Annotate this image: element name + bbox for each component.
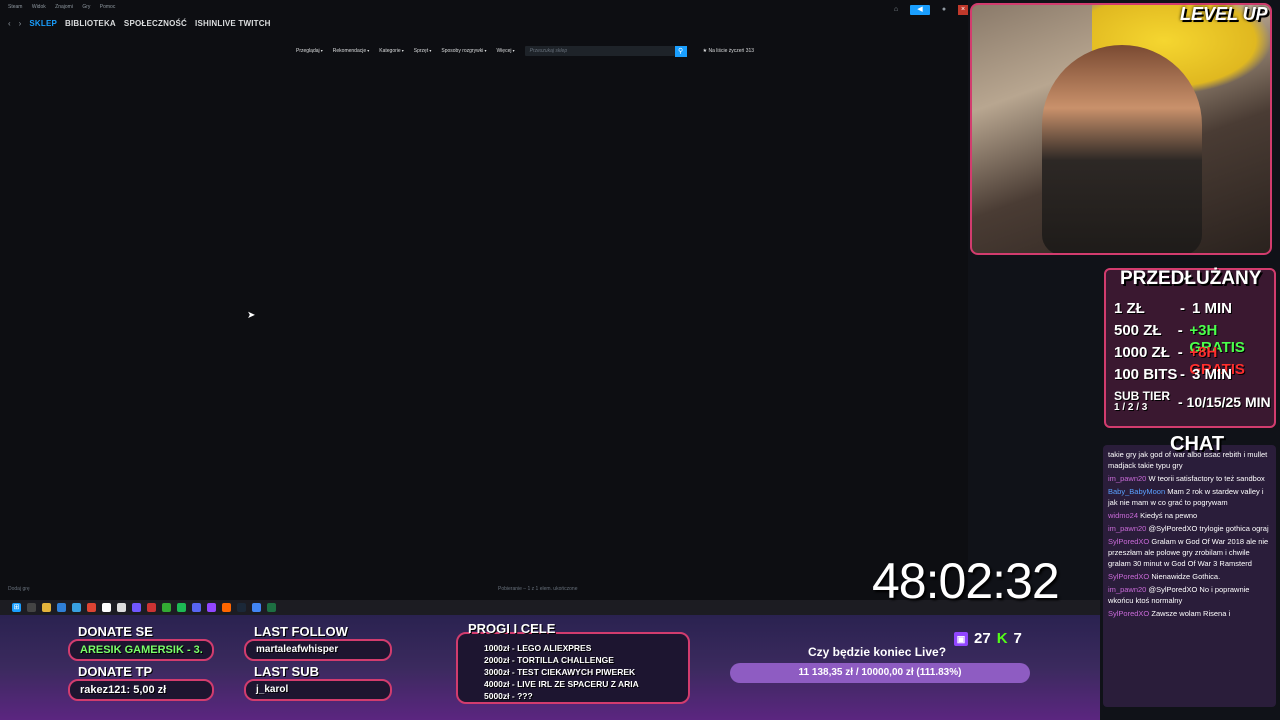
twitch-icon[interactable] [207,603,216,612]
goal-item: 4000zł - LIVE IRL ZE SPACERU Z ARIA [484,679,639,689]
donate-tp-title: DONATE TP [78,664,153,679]
mouse-cursor-icon: ➤ [247,310,256,321]
chat-box: takie gry jak god of war albo issac rebi… [1103,445,1276,707]
twitch-viewers: 27 [974,630,991,647]
back-arrow-icon[interactable]: ‹ [8,19,11,28]
discord-icon[interactable] [192,603,201,612]
chat-message: SylPoredXO Nienawidze Gothica. [1108,572,1221,581]
goal-bar-title: Czy będzie koniec Live? [808,645,947,659]
menu-pomoc[interactable]: Pomoc [100,4,116,10]
app-icon[interactable] [57,603,66,612]
subathon-timer: 48:02:32 [872,553,1060,609]
start-icon[interactable]: ⊞ [12,603,21,612]
taskview-icon[interactable] [27,603,36,612]
menu-widok[interactable]: Widok [32,4,46,10]
last-sub-value: j_karol [244,679,392,701]
app-icon[interactable] [147,603,156,612]
tab-spolecznosc[interactable]: SPOŁECZNOŚĆ [124,19,187,28]
search-input[interactable]: Przeszukaj sklep [524,46,675,56]
viewer-counts: ▣ 27 K 7 [954,630,1022,647]
donate-se-title: DONATE SE [78,624,153,639]
firefox-icon[interactable] [222,603,231,612]
level-up-logo: LEVEL UP [1180,4,1268,24]
price-row: 1 ZŁ -1 MIN [1114,300,1233,317]
chat-message: im_pawn20 @SylPoredXO trylogie gothica o… [1108,524,1269,533]
price-row: 1000 ZŁ - +8H GRATIS [1114,344,1245,378]
streamer [1042,45,1202,253]
folder-icon[interactable] [42,603,51,612]
subathon-title: PRZEDŁUŻANY [1120,268,1262,289]
tab-sklep[interactable]: SKLEP [29,19,57,28]
chat-message: SylPoredXO Gralam w God Of War 2018 ale … [1108,537,1269,568]
chat-message: im_pawn20 W teorii satisfactory to też s… [1108,474,1265,483]
goal-item: 5000zł - ??? [484,691,533,701]
steam-nav: ‹ › SKLEP BIBLIOTEKA SPOŁECZNOŚĆ ISHINLI… [8,14,271,32]
menu-gry[interactable]: Gry [82,4,90,10]
chat-message: widmo24 Kiedyś na pewno [1108,511,1198,520]
app-icon[interactable] [87,603,96,612]
forward-arrow-icon[interactable]: › [19,19,22,28]
nav-sprzet[interactable]: Sprzęt [414,48,432,54]
kick-icon: K [996,630,1008,647]
price-row: 100 BITS -3 MIN [1114,366,1233,383]
friends-icon[interactable]: ⌂ [886,5,906,15]
store-icon[interactable] [72,603,81,612]
search-icon[interactable]: ⚲ [674,45,687,57]
obs-icon[interactable] [102,603,111,612]
nav-kategorie[interactable]: Kategorie [379,48,404,54]
webcam-feed [970,3,1272,255]
file-icon[interactable] [117,603,126,612]
last-follow-title: LAST FOLLOW [254,624,348,639]
donate-se-value: ARESIK GAMERSIK - 3. [68,639,214,661]
goal-progress-bar: 11 138,35 zł / 10000,00 zł (111.83%) [730,663,1030,683]
goal-item: 2000zł - TORTILLA CHALLENGE [484,655,614,665]
nav-przegladaj[interactable]: Przeglądaj [296,48,323,54]
chat-message: im_pawn20 @SylPoredXO No i poprawnie wko… [1108,585,1250,605]
goals-box: 1000zł - LEGO ALIEXPRES 2000zł - TORTILL… [456,632,690,704]
close-icon[interactable]: × [958,5,968,15]
last-follow-value: martaleafwhisper [244,639,392,661]
chat-message: SylPoredXO Zawsze wolam Risena i [1108,609,1231,618]
bell-icon[interactable]: ● [934,5,954,15]
goal-item: 1000zł - LEGO ALIEXPRES [484,643,592,653]
steam-icon[interactable] [237,603,246,612]
twitch-icon: ▣ [954,631,968,646]
announcement-icon[interactable]: ◀ [910,5,930,15]
kick-viewers: 7 [1013,630,1022,647]
last-sub-title: LAST SUB [254,664,319,679]
nav-rekomendacje[interactable]: Rekomendacje [333,48,369,54]
goal-item: 3000zł - TEST CIEKAWYCH PIWEREK [484,667,636,677]
chrome-icon[interactable] [252,603,261,612]
wishlist-link[interactable]: ★ Na liście życzeń 313 [703,48,754,54]
steam-menubar: Steam Widok Znajomi Gry Pomoc [0,4,968,14]
steam-window: Steam Widok Znajomi Gry Pomoc ‹ › SKLEP … [0,0,968,600]
xbox-icon[interactable] [162,603,171,612]
chat-message: Baby_BabyMoon Mam 2 rok w stardew valley… [1108,487,1264,507]
tab-biblioteka[interactable]: BIBLIOTEKA [65,19,116,28]
chat-title: CHAT [1170,433,1225,455]
goals-title: PROGI I CELE [468,621,556,636]
donate-tp-value: rakez121: 5,00 zł [68,679,214,701]
menu-steam[interactable]: Steam [8,4,22,10]
tab-profile[interactable]: ISHINLIVE TWITCH [195,19,271,28]
sub-tier-value: - 10/15/25 MIN [1178,394,1271,410]
sub-tier-label: SUB TIER 1 / 2 / 3 [1114,389,1171,413]
nav-wiecej[interactable]: Więcej [496,48,514,54]
nav-sposoby[interactable]: Sposoby rozgrywki [441,48,486,54]
price-row: 500 ZŁ - +3H GRATIS [1114,322,1245,356]
spotify-icon[interactable] [177,603,186,612]
menu-znajomi[interactable]: Znajomi [55,4,73,10]
add-game-button[interactable]: Dodaj grę [8,586,30,592]
window-controls: ⌂ ◀ ● × [886,5,968,15]
app-icon[interactable] [132,603,141,612]
excel-icon[interactable] [267,603,276,612]
store-nav: Przeglądaj Rekomendacje Kategorie Sprzęt… [296,45,754,57]
download-status[interactable]: Pobieranie – 1 z 1 elem. ukończone [498,586,578,592]
